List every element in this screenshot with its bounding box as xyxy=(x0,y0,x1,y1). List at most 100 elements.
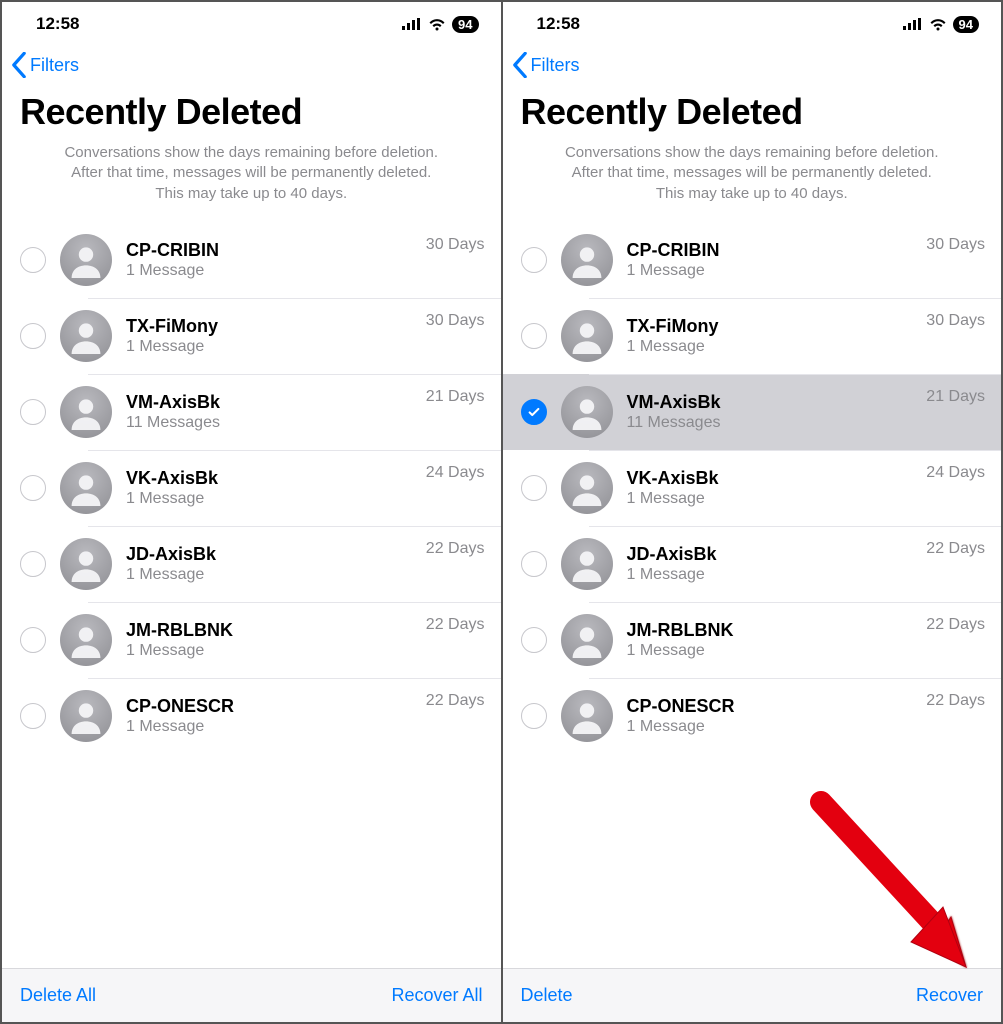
item-sub: 1 Message xyxy=(126,490,418,508)
select-checkbox[interactable] xyxy=(521,551,547,577)
select-checkbox[interactable] xyxy=(20,551,46,577)
item-days: 21 Days xyxy=(926,386,985,406)
battery-icon: 94 xyxy=(953,16,979,33)
avatar-icon xyxy=(60,690,112,742)
phone-left: 12:58 94 Filters Recently Deleted Conver… xyxy=(2,2,503,1022)
list-item[interactable]: CP-CRIBIN1 Message30 Days xyxy=(503,222,1002,298)
back-button[interactable]: Filters xyxy=(10,52,79,78)
status-right: 94 xyxy=(903,16,979,33)
select-checkbox[interactable] xyxy=(20,399,46,425)
recover-button[interactable]: Recover xyxy=(916,985,983,1006)
item-sub: 1 Message xyxy=(627,566,919,584)
item-name: VK-AxisBk xyxy=(126,468,418,489)
list-item[interactable]: JD-AxisBk1 Message 22 Days xyxy=(2,526,501,602)
item-sub: 1 Message xyxy=(126,718,418,736)
item-name: JD-AxisBk xyxy=(126,544,418,565)
delete-button[interactable]: Delete xyxy=(521,985,573,1006)
item-days: 30 Days xyxy=(426,310,485,330)
list-item[interactable]: TX-FiMony1 Message30 Days xyxy=(2,298,501,374)
back-label: Filters xyxy=(30,55,79,76)
status-time: 12:58 xyxy=(36,14,79,34)
explain-text: Conversations show the days remaining be… xyxy=(2,143,501,222)
item-name: TX-FiMony xyxy=(627,316,919,337)
back-button[interactable]: Filters xyxy=(511,52,580,78)
item-sub: 1 Message xyxy=(126,566,418,584)
avatar-icon xyxy=(561,310,613,362)
avatar-icon xyxy=(561,690,613,742)
item-name: CP-ONESCR xyxy=(126,696,418,717)
select-checkbox[interactable] xyxy=(20,475,46,501)
item-name: JD-AxisBk xyxy=(627,544,919,565)
item-days: 30 Days xyxy=(926,310,985,330)
list-item[interactable]: CP-ONESCR1 Message22 Days xyxy=(503,678,1002,754)
item-days: 22 Days xyxy=(926,690,985,710)
delete-all-button[interactable]: Delete All xyxy=(20,985,96,1006)
item-info: JD-AxisBk1 Message xyxy=(126,544,418,584)
item-sub: 11 Messages xyxy=(126,414,418,432)
select-checkbox[interactable] xyxy=(20,247,46,273)
select-checkbox[interactable] xyxy=(20,627,46,653)
item-days: 24 Days xyxy=(426,462,485,482)
list-item[interactable]: CP-CRIBIN1 Message30 Days xyxy=(2,222,501,298)
item-name: VK-AxisBk xyxy=(627,468,919,489)
item-sub: 1 Message xyxy=(627,642,919,660)
conversation-list[interactable]: CP-CRIBIN1 Message30 DaysTX-FiMony1 Mess… xyxy=(503,222,1002,968)
select-checkbox[interactable] xyxy=(20,323,46,349)
list-item[interactable]: VM-AxisBk11 Messages 21 Days xyxy=(503,374,1002,450)
item-name: CP-CRIBIN xyxy=(126,240,418,261)
item-name: JM-RBLBNK xyxy=(627,620,919,641)
recover-all-button[interactable]: Recover All xyxy=(391,985,482,1006)
item-info: VM-AxisBk11 Messages xyxy=(627,392,919,432)
select-checkbox[interactable] xyxy=(521,475,547,501)
chevron-left-icon xyxy=(511,52,529,78)
list-item[interactable]: JM-RBLBNK1 Message22 Days xyxy=(2,602,501,678)
select-checkbox[interactable] xyxy=(20,703,46,729)
item-sub: 1 Message xyxy=(627,490,919,508)
avatar-icon xyxy=(60,462,112,514)
item-sub: 1 Message xyxy=(126,338,418,356)
item-sub: 1 Message xyxy=(627,262,919,280)
item-name: JM-RBLBNK xyxy=(126,620,418,641)
select-checkbox[interactable] xyxy=(521,323,547,349)
list-item[interactable]: JM-RBLBNK1 Message22 Days xyxy=(503,602,1002,678)
item-sub: 1 Message xyxy=(126,642,418,660)
select-checkbox[interactable] xyxy=(521,399,547,425)
item-days: 22 Days xyxy=(426,538,485,558)
status-right: 94 xyxy=(402,16,478,33)
conversation-list[interactable]: CP-CRIBIN1 Message30 DaysTX-FiMony1 Mess… xyxy=(2,222,501,968)
explain-text: Conversations show the days remaining be… xyxy=(503,143,1002,222)
item-info: JM-RBLBNK1 Message xyxy=(627,620,919,660)
item-sub: 1 Message xyxy=(627,718,919,736)
item-days: 30 Days xyxy=(426,234,485,254)
item-info: TX-FiMony1 Message xyxy=(627,316,919,356)
select-checkbox[interactable] xyxy=(521,247,547,273)
wifi-icon xyxy=(428,18,446,31)
list-item[interactable]: VK-AxisBk1 Message 24 Days xyxy=(2,450,501,526)
list-item[interactable]: VM-AxisBk11 Messages21 Days xyxy=(2,374,501,450)
item-name: CP-CRIBIN xyxy=(627,240,919,261)
item-info: CP-CRIBIN1 Message xyxy=(627,240,919,280)
phone-right: 12:58 94 Filters Recently Deleted Conver… xyxy=(503,2,1002,1022)
item-info: CP-ONESCR1 Message xyxy=(126,696,418,736)
wifi-icon xyxy=(929,18,947,31)
signal-icon xyxy=(402,18,422,30)
item-info: VK-AxisBk1 Message xyxy=(126,468,418,508)
status-bar: 12:58 94 xyxy=(2,2,501,46)
item-days: 22 Days xyxy=(926,538,985,558)
bottom-toolbar: Delete All Recover All xyxy=(2,968,501,1022)
avatar-icon xyxy=(561,386,613,438)
list-item[interactable]: JD-AxisBk1 Message 22 Days xyxy=(503,526,1002,602)
item-days: 22 Days xyxy=(426,690,485,710)
list-item[interactable]: TX-FiMony1 Message 30 Days xyxy=(503,298,1002,374)
item-days: 21 Days xyxy=(426,386,485,406)
list-item[interactable]: VK-AxisBk1 Message 24 Days xyxy=(503,450,1002,526)
select-checkbox[interactable] xyxy=(521,703,547,729)
nav-bar: Filters xyxy=(2,46,501,83)
list-item[interactable]: CP-ONESCR1 Message 22 Days xyxy=(2,678,501,754)
back-label: Filters xyxy=(531,55,580,76)
avatar-icon xyxy=(60,614,112,666)
item-info: JD-AxisBk1 Message xyxy=(627,544,919,584)
item-days: 24 Days xyxy=(926,462,985,482)
select-checkbox[interactable] xyxy=(521,627,547,653)
nav-bar: Filters xyxy=(503,46,1002,83)
